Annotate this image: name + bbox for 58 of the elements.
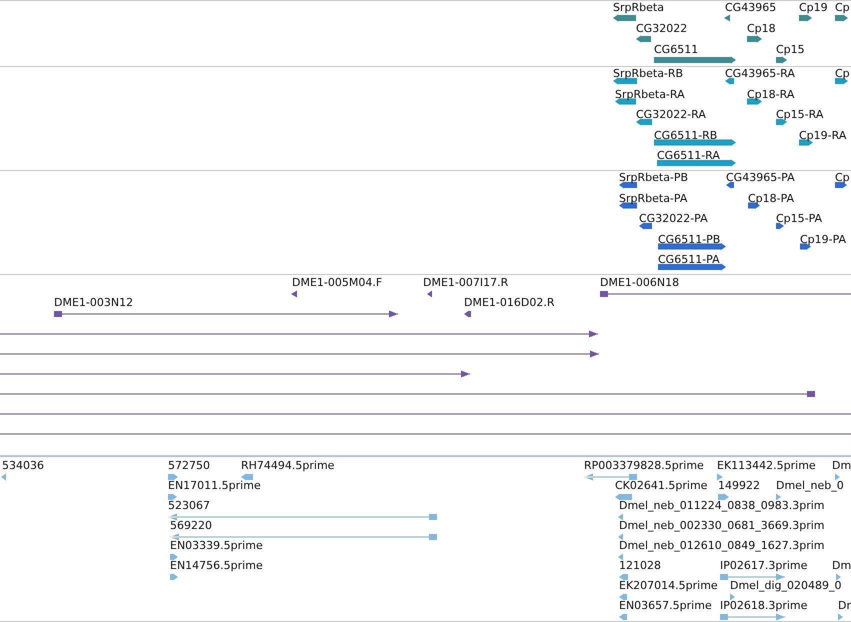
feature-label: DME1-016D02.R [464,296,554,310]
feature-label: CG6511-RA [657,149,720,163]
feature-label: 121028 [619,559,661,573]
feature-label: Dm [832,559,851,573]
feature-label: Cp15-PA [776,212,822,226]
feature-label: Cp18-PA [748,192,794,206]
feature-label: IP02618.3prime [720,599,808,613]
feature-label: 523067 [168,499,210,513]
feature-label: IP02617.3prime [720,559,808,573]
feature-label: 569220 [170,519,212,533]
feature-label: CG6511 [654,43,698,57]
feature-label: SrpRbeta-RB [613,67,684,81]
feature-label: Cp18 [747,22,776,36]
feature-label: Cp15 [776,43,805,57]
feature-label: Cp [835,171,850,185]
feature-label: RP003379828.5prime [584,459,704,473]
feature-label: EN03657.5prime [619,599,712,613]
feature-label: EN14756.5prime [170,559,263,573]
feature-label: CG6511-RB [654,128,718,142]
feature-label: 149922 [718,479,760,493]
feature-label: RH74494.5prime [241,459,334,473]
feature-label: EN17011.5prime [168,479,261,493]
feature-label: CG6511-PA [658,253,720,267]
feature-label: Cp19 [799,1,828,15]
feature-label: DME1-005M04.F [292,276,382,290]
feature-label: SrpRbeta-PA [619,192,688,206]
feature-label: CK02641.5prime [615,479,708,493]
feature-label: DME1-003N12 [54,296,134,310]
feature-label: 572750 [168,459,210,473]
feature-label: DME1-007I17.R [423,276,508,290]
feature-label: SrpRbeta [613,1,664,15]
feature-label: Cp [835,67,850,81]
feature-label: EK113442.5prime [717,459,816,473]
feature-label: SrpRbeta-PB [619,171,688,185]
feature-label: Cp15-RA [776,108,824,122]
feature-label: CG43965 [725,1,776,15]
feature-label: SrpRbeta-RA [615,88,685,102]
feature-label: DME1-006N18 [600,276,680,290]
feature-label: CG32022 [636,22,688,36]
feature-label: CG32022-PA [639,212,708,226]
feature-label: EK207014.5prime [619,579,718,593]
feature-label: CG43965-RA [725,67,795,81]
feature-label: Dmel_dig_020489_0 [730,579,842,593]
feature-label: CG32022-RA [636,108,706,122]
feature-label: 534036 [2,459,44,473]
feature-label: Cp [835,1,850,15]
feature-label: Dmel_neb_011224_0838_0983.3prim [619,499,824,513]
feature-label: Cp19-RA [799,128,846,142]
feature-label: Cp18-RA [747,88,794,102]
feature-label: Dm [832,459,851,473]
feature-label: Dmel_neb_0 [776,479,844,493]
feature-label: CG43965-PA [726,171,795,185]
feature-label: EN03339.5prime [170,539,263,553]
feature-label: Dmel_neb_002330_0681_3669.3prim [619,519,824,533]
feature-label: Cp19-PA [800,232,846,246]
feature-label: Dr [838,599,851,613]
feature-label: CG6511-PB [658,232,720,246]
feature-label: Dmel_neb_012610_0849_1627.3prim [619,539,824,553]
